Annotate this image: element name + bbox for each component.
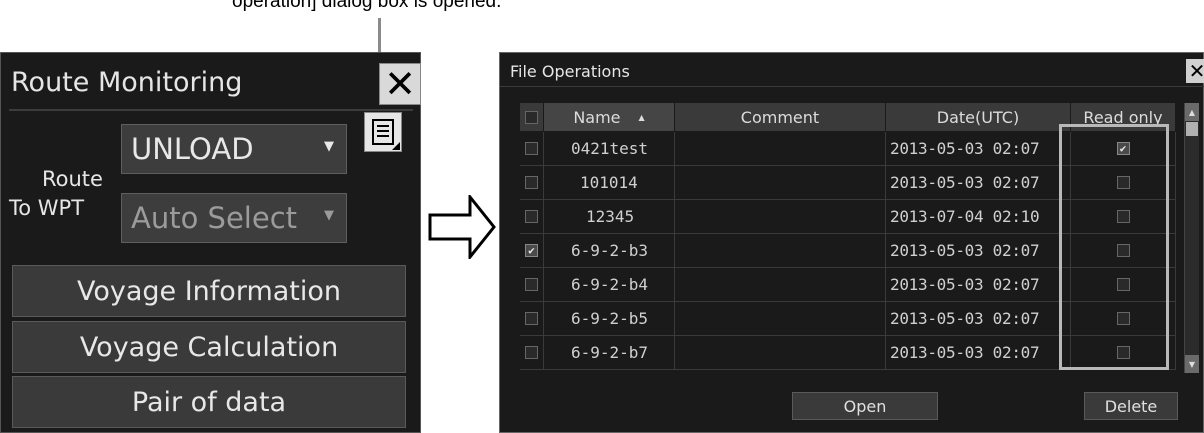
row-checkbox[interactable]: [525, 210, 538, 223]
pair-of-data-button[interactable]: Pair of data: [12, 376, 406, 428]
route-label: Route: [42, 167, 103, 191]
divider: [9, 109, 413, 111]
route-monitoring-titlebar: Route Monitoring ✕: [9, 62, 421, 107]
dialog-close-button[interactable]: ✕: [1186, 59, 1204, 83]
caption-text: operation] dialog box is opened.: [232, 0, 502, 12]
panel-title: Route Monitoring: [11, 67, 243, 98]
chevron-down-icon: ▼: [324, 208, 334, 223]
row-name: 0421test: [544, 132, 675, 166]
file-operations-button[interactable]: [364, 112, 402, 152]
column-header-name[interactable]: Name ▲: [544, 103, 675, 131]
to-wpt-select[interactable]: Auto Select ▼: [121, 193, 347, 243]
route-monitoring-panel: Route Monitoring ✕ Route UNLOAD ▼ To WPT…: [0, 52, 421, 433]
row-checkbox[interactable]: [525, 278, 538, 291]
row-checkbox[interactable]: [525, 176, 538, 189]
row-date: 2013-05-03 02:07: [886, 234, 1071, 268]
row-date: 2013-05-03 02:07: [886, 132, 1071, 166]
list-icon: [372, 119, 400, 150]
sort-ascending-icon: ▲: [638, 112, 645, 122]
vertical-scrollbar[interactable]: ▲ ▼: [1184, 103, 1199, 373]
voyage-information-button[interactable]: Voyage Information: [12, 265, 406, 317]
row-date: 2013-07-04 02:10: [886, 200, 1071, 234]
select-all-checkbox[interactable]: [525, 110, 538, 124]
route-select-value: UNLOAD: [131, 132, 254, 166]
header-select-all[interactable]: [520, 103, 544, 131]
row-checkbox[interactable]: [525, 142, 538, 155]
row-date: 2013-05-03 02:07: [886, 302, 1071, 336]
close-button[interactable]: ✕: [379, 62, 421, 106]
row-name: 12345: [544, 200, 675, 234]
read-only-highlight-box: [1059, 124, 1169, 370]
row-name: 6-9-2-b3: [544, 234, 675, 268]
row-comment: [675, 132, 886, 166]
row-comment: [675, 166, 886, 200]
column-header-date[interactable]: Date(UTC): [886, 103, 1071, 131]
row-checkbox[interactable]: ✔: [525, 244, 538, 257]
row-comment: [675, 234, 886, 268]
row-date: 2013-05-03 02:07: [886, 268, 1071, 302]
to-wpt-label: To WPT: [9, 196, 85, 220]
row-name: 101014: [544, 166, 675, 200]
open-button[interactable]: Open: [792, 392, 938, 420]
row-checkbox[interactable]: [525, 346, 538, 359]
row-name: 6-9-2-b5: [544, 302, 675, 336]
delete-button[interactable]: Delete: [1084, 392, 1178, 420]
dialog-title: File Operations: [510, 62, 630, 81]
voyage-calculation-button[interactable]: Voyage Calculation: [12, 321, 406, 373]
row-comment: [675, 268, 886, 302]
title-divider: [500, 86, 1204, 87]
arrow-right-icon: [428, 195, 496, 259]
row-date: 2013-05-03 02:07: [886, 166, 1071, 200]
scrollbar-thumb[interactable]: [1186, 122, 1198, 136]
row-comment: [675, 336, 886, 370]
column-header-comment[interactable]: Comment: [675, 103, 886, 131]
row-checkbox[interactable]: [525, 312, 538, 325]
row-comment: [675, 200, 886, 234]
chevron-down-icon: ▼: [324, 139, 334, 154]
to-wpt-select-value: Auto Select: [131, 201, 298, 235]
row-name: 6-9-2-b4: [544, 268, 675, 302]
close-icon: ✕: [384, 62, 416, 106]
scroll-down-icon[interactable]: ▼: [1185, 355, 1199, 373]
close-icon: ✕: [1188, 59, 1204, 83]
scroll-up-icon[interactable]: ▲: [1185, 103, 1199, 121]
column-header-name-label: Name: [573, 107, 621, 127]
row-name: 6-9-2-b7: [544, 336, 675, 370]
route-select[interactable]: UNLOAD ▼: [121, 124, 347, 174]
row-comment: [675, 302, 886, 336]
row-date: 2013-05-03 02:07: [886, 336, 1071, 370]
